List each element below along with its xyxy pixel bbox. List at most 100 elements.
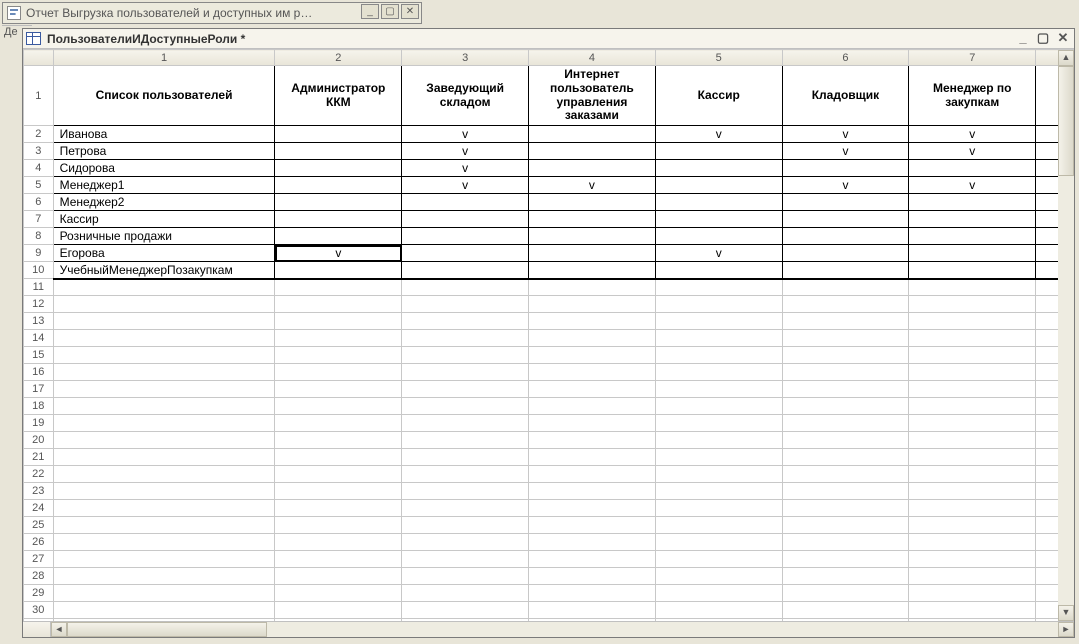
role-mark-cell[interactable] [529, 228, 656, 245]
empty-cell[interactable] [909, 517, 1036, 534]
empty-cell[interactable] [782, 466, 909, 483]
empty-cell[interactable] [782, 381, 909, 398]
column-header[interactable]: 7 [909, 50, 1036, 66]
empty-cell[interactable] [655, 585, 782, 602]
empty-cell[interactable] [53, 364, 275, 381]
empty-cell[interactable] [53, 296, 275, 313]
empty-cell[interactable] [53, 551, 275, 568]
role-mark-cell[interactable] [402, 194, 529, 211]
row-header[interactable]: 21 [24, 449, 54, 466]
row-header[interactable]: 27 [24, 551, 54, 568]
role-mark-cell[interactable] [782, 160, 909, 177]
empty-cell[interactable] [53, 330, 275, 347]
empty-cell[interactable] [402, 381, 529, 398]
empty-cell[interactable] [53, 500, 275, 517]
empty-cell[interactable] [782, 534, 909, 551]
empty-cell[interactable] [529, 517, 656, 534]
role-mark-cell[interactable] [275, 160, 402, 177]
empty-cell[interactable] [529, 483, 656, 500]
empty-cell[interactable] [782, 432, 909, 449]
empty-cell[interactable] [275, 381, 402, 398]
empty-cell[interactable] [909, 330, 1036, 347]
empty-cell[interactable] [529, 551, 656, 568]
empty-cell[interactable] [909, 585, 1036, 602]
role-mark-cell[interactable] [655, 211, 782, 228]
table-header-cell[interactable]: Кладовщик [782, 66, 909, 126]
role-mark-cell[interactable] [655, 160, 782, 177]
empty-cell[interactable] [782, 568, 909, 585]
empty-cell[interactable] [275, 517, 402, 534]
role-mark-cell[interactable]: v [402, 126, 529, 143]
empty-cell[interactable] [782, 483, 909, 500]
vertical-scrollbar[interactable]: ▲ ▼ [1058, 50, 1074, 621]
empty-cell[interactable] [909, 364, 1036, 381]
role-mark-cell[interactable] [655, 228, 782, 245]
row-header[interactable]: 14 [24, 330, 54, 347]
empty-cell[interactable] [782, 500, 909, 517]
row-header[interactable]: 11 [24, 279, 54, 296]
empty-cell[interactable] [655, 449, 782, 466]
empty-cell[interactable] [782, 279, 909, 296]
empty-cell[interactable] [655, 330, 782, 347]
user-name-cell[interactable]: Петрова [53, 143, 275, 160]
role-mark-cell[interactable] [529, 262, 656, 279]
empty-cell[interactable] [53, 381, 275, 398]
inner-minimize-button[interactable]: _ [1015, 31, 1031, 46]
column-header[interactable]: 6 [782, 50, 909, 66]
column-header[interactable]: 5 [655, 50, 782, 66]
empty-cell[interactable] [655, 551, 782, 568]
row-header[interactable]: 4 [24, 160, 54, 177]
empty-cell[interactable] [655, 619, 782, 622]
role-mark-cell[interactable] [275, 143, 402, 160]
role-mark-cell[interactable] [655, 177, 782, 194]
empty-cell[interactable] [402, 500, 529, 517]
role-mark-cell[interactable] [275, 228, 402, 245]
empty-cell[interactable] [53, 619, 275, 622]
table-header-cell[interactable]: Менеджер по закупкам [909, 66, 1036, 126]
column-header[interactable]: 4 [529, 50, 656, 66]
role-mark-cell[interactable] [909, 160, 1036, 177]
role-mark-cell[interactable] [782, 245, 909, 262]
empty-cell[interactable] [655, 602, 782, 619]
empty-cell[interactable] [529, 279, 656, 296]
empty-cell[interactable] [782, 517, 909, 534]
empty-cell[interactable] [655, 517, 782, 534]
empty-cell[interactable] [53, 347, 275, 364]
user-name-cell[interactable]: Розничные продажи [53, 228, 275, 245]
scroll-right-button[interactable]: ► [1058, 622, 1074, 637]
empty-cell[interactable] [529, 398, 656, 415]
row-header[interactable]: 28 [24, 568, 54, 585]
role-mark-cell[interactable]: v [402, 143, 529, 160]
role-mark-cell[interactable] [655, 262, 782, 279]
hscroll-track[interactable] [67, 622, 1058, 637]
empty-cell[interactable] [53, 449, 275, 466]
role-mark-cell[interactable]: v [782, 177, 909, 194]
empty-cell[interactable] [529, 415, 656, 432]
column-header[interactable]: 1 [53, 50, 275, 66]
empty-cell[interactable] [909, 551, 1036, 568]
empty-cell[interactable] [655, 534, 782, 551]
empty-cell[interactable] [53, 517, 275, 534]
empty-cell[interactable] [529, 602, 656, 619]
role-mark-cell[interactable]: v [402, 177, 529, 194]
empty-cell[interactable] [909, 602, 1036, 619]
role-mark-cell[interactable]: v [655, 245, 782, 262]
empty-cell[interactable] [275, 449, 402, 466]
role-mark-cell[interactable]: v [909, 143, 1036, 160]
row-header[interactable]: 25 [24, 517, 54, 534]
role-mark-cell[interactable]: v [655, 126, 782, 143]
user-name-cell[interactable]: Сидорова [53, 160, 275, 177]
row-header[interactable]: 15 [24, 347, 54, 364]
empty-cell[interactable] [909, 347, 1036, 364]
empty-cell[interactable] [782, 347, 909, 364]
empty-cell[interactable] [53, 432, 275, 449]
empty-cell[interactable] [782, 602, 909, 619]
empty-cell[interactable] [275, 585, 402, 602]
row-header[interactable]: 22 [24, 466, 54, 483]
empty-cell[interactable] [909, 313, 1036, 330]
empty-cell[interactable] [402, 415, 529, 432]
horizontal-scrollbar[interactable]: ◄ ► [23, 621, 1074, 637]
role-mark-cell[interactable]: v [782, 143, 909, 160]
empty-cell[interactable] [655, 500, 782, 517]
empty-cell[interactable] [275, 432, 402, 449]
